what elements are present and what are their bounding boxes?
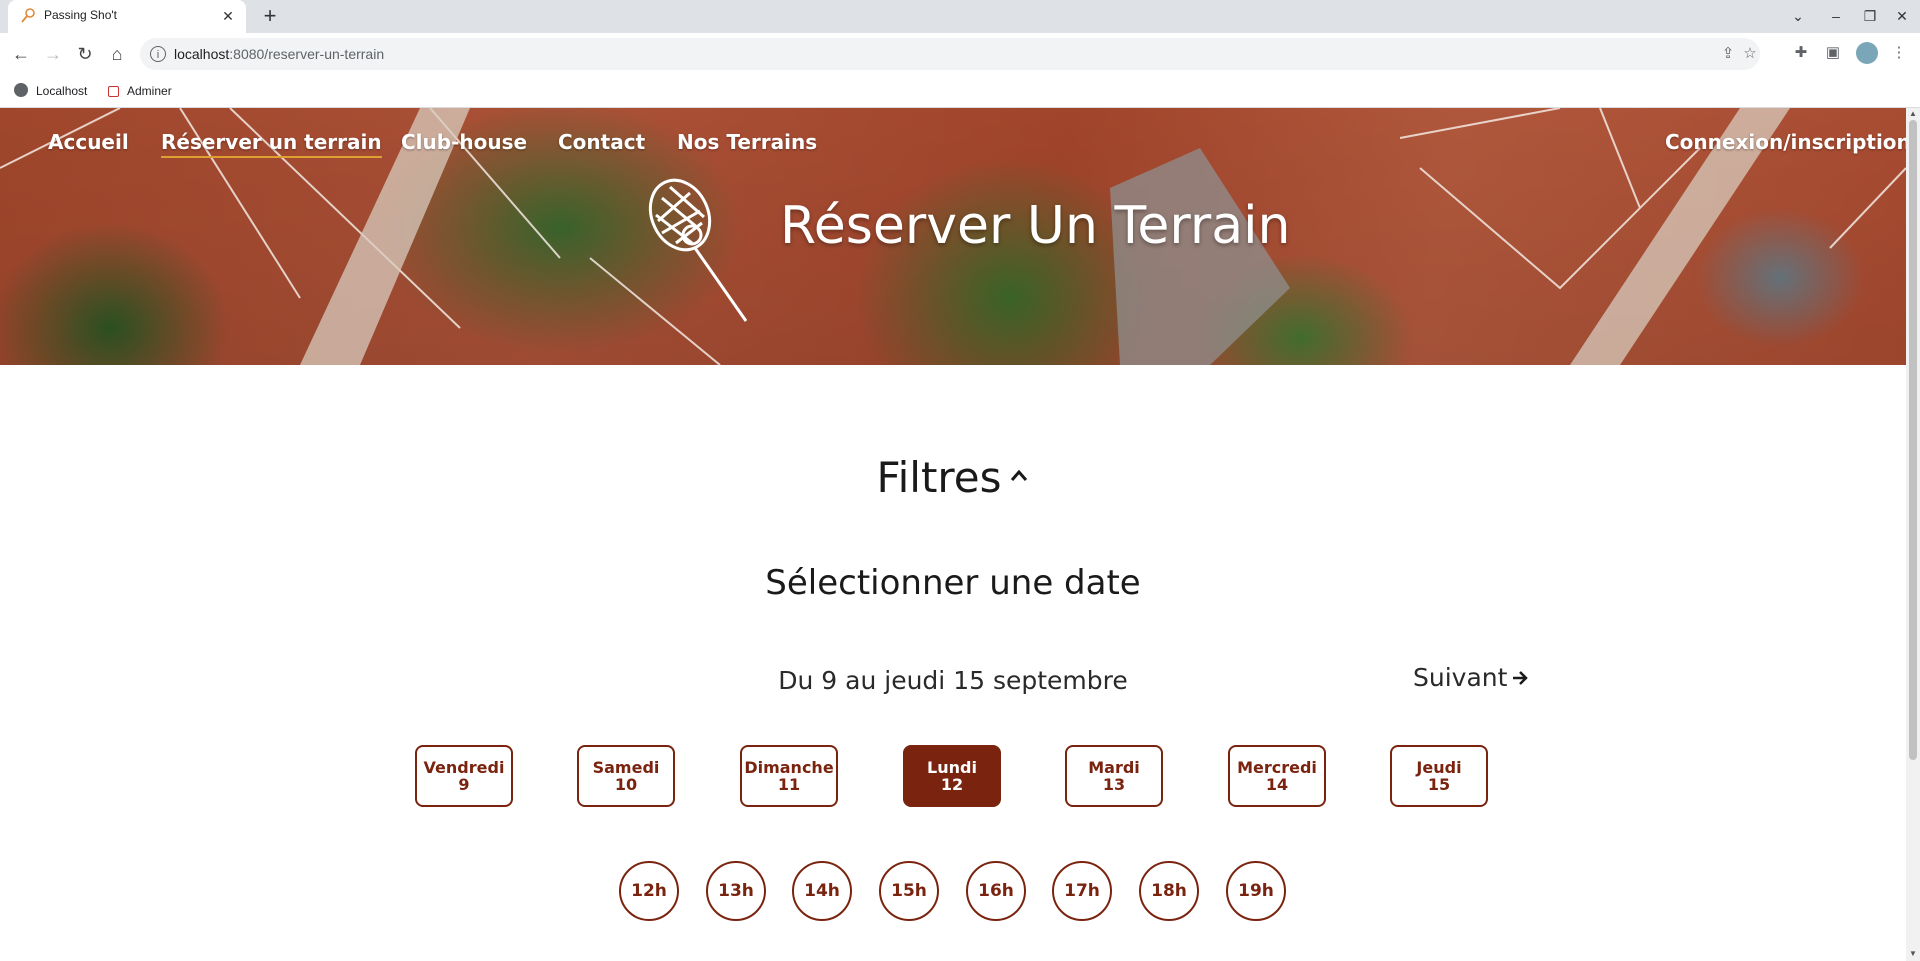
- next-label: Suivant: [1413, 663, 1508, 692]
- nav-accueil[interactable]: Accueil: [48, 130, 129, 154]
- nav-nos-terrains[interactable]: Nos Terrains: [677, 130, 817, 154]
- minimize-icon[interactable]: –: [1826, 6, 1846, 26]
- browser-tabbar: Passing Sho't ✕ + ⌄ – ❐ ✕: [0, 0, 1920, 33]
- day-button[interactable]: Vendredi 9: [415, 745, 513, 807]
- extensions-icon[interactable]: ✚: [1790, 42, 1812, 64]
- url-text: localhost:8080/reserver-un-terrain: [174, 46, 384, 62]
- nav-contact[interactable]: Contact: [558, 130, 645, 154]
- day-number: 15: [1427, 775, 1451, 794]
- day-number: 12: [940, 775, 964, 794]
- day-name: Samedi: [592, 758, 660, 777]
- day-name: Jeudi: [1416, 758, 1462, 777]
- url-host: localhost: [174, 46, 230, 62]
- menu-kebab-icon[interactable]: ⋮: [1888, 42, 1910, 64]
- day-button-selected[interactable]: Lundi 12: [903, 745, 1001, 807]
- filters-title: Filtres: [876, 453, 1002, 502]
- day-number: 10: [614, 775, 638, 794]
- bookmark-localhost[interactable]: Localhost: [14, 81, 87, 101]
- bookmark-adminer[interactable]: Adminer: [108, 81, 172, 101]
- day-number: 9: [458, 775, 470, 794]
- page-viewport: Accueil Réserver un terrain Club-house C…: [0, 108, 1906, 961]
- bookmark-label: Adminer: [127, 84, 172, 98]
- new-tab-icon[interactable]: +: [258, 4, 282, 28]
- hour-button[interactable]: 15h: [879, 861, 939, 921]
- nav-login[interactable]: Connexion/inscription: [1665, 130, 1906, 154]
- hero-banner: Accueil Réserver un terrain Club-house C…: [0, 108, 1906, 365]
- browser-tab[interactable]: Passing Sho't ✕: [8, 0, 246, 33]
- hour-button[interactable]: 16h: [966, 861, 1026, 921]
- scroll-up-icon[interactable]: ▲: [1908, 109, 1918, 119]
- page-scrollbar[interactable]: ▲ ▼: [1906, 108, 1920, 961]
- profile-avatar[interactable]: [1856, 42, 1878, 64]
- bookmark-star-icon[interactable]: ☆: [1740, 44, 1760, 64]
- next-week-button[interactable]: Suivant: [1413, 663, 1529, 692]
- day-button[interactable]: Dimanche 11: [740, 745, 838, 807]
- scroll-down-icon[interactable]: ▼: [1908, 949, 1918, 959]
- reload-icon[interactable]: ↻: [74, 43, 96, 65]
- bookmarks-bar: Localhost Adminer: [0, 75, 1920, 108]
- date-range-label: Du 9 au jeudi 15 septembre: [778, 666, 1128, 695]
- tab-search-icon[interactable]: ⌄: [1788, 6, 1808, 26]
- restore-icon[interactable]: ❐: [1860, 6, 1880, 26]
- page-title: Réserver Un Terrain: [780, 196, 1291, 256]
- day-number: 14: [1265, 775, 1289, 794]
- filters-toggle[interactable]: Filtres: [0, 453, 1906, 502]
- hour-button[interactable]: 13h: [706, 861, 766, 921]
- close-tab-icon[interactable]: ✕: [218, 6, 238, 26]
- tennis-racket-logo-icon: [648, 178, 748, 322]
- nav-reserver-un-terrain[interactable]: Réserver un terrain: [161, 130, 382, 158]
- site-info-icon[interactable]: i: [150, 46, 166, 62]
- side-panel-icon[interactable]: ▣: [1822, 42, 1844, 64]
- hour-button[interactable]: 14h: [792, 861, 852, 921]
- day-name: Vendredi: [423, 758, 505, 777]
- browser-toolbar: ← → ↻ ⌂ i localhost:8080/reserver-un-ter…: [0, 33, 1920, 75]
- bookmark-label: Localhost: [36, 84, 88, 98]
- select-date-title: Sélectionner une date: [765, 563, 1141, 603]
- day-number: 13: [1102, 775, 1126, 794]
- racket-favicon-icon: [21, 8, 35, 23]
- hour-button[interactable]: 19h: [1226, 861, 1286, 921]
- day-button[interactable]: Jeudi 15: [1390, 745, 1488, 807]
- arrow-right-icon: [1513, 671, 1529, 685]
- day-button[interactable]: Mardi 13: [1065, 745, 1163, 807]
- day-name: Mardi: [1088, 758, 1140, 777]
- chevron-up-icon: [1011, 469, 1028, 481]
- day-name: Lundi: [927, 758, 977, 777]
- globe-icon: [14, 83, 28, 97]
- hour-button[interactable]: 18h: [1139, 861, 1199, 921]
- adminer-icon: [108, 86, 119, 97]
- back-icon[interactable]: ←: [10, 43, 32, 65]
- day-name: Dimanche: [744, 758, 834, 777]
- day-button[interactable]: Samedi 10: [577, 745, 675, 807]
- url-path: :8080/reserver-un-terrain: [229, 46, 385, 62]
- hour-button[interactable]: 12h: [619, 861, 679, 921]
- nav-club-house[interactable]: Club-house: [401, 130, 527, 154]
- share-icon[interactable]: ⇪: [1718, 44, 1738, 64]
- tab-title: Passing Sho't: [44, 8, 118, 22]
- close-window-icon[interactable]: ✕: [1892, 6, 1912, 26]
- forward-icon[interactable]: →: [42, 43, 64, 65]
- home-icon[interactable]: ⌂: [106, 43, 128, 65]
- day-number: 11: [777, 775, 801, 794]
- scroll-thumb[interactable]: [1909, 120, 1917, 760]
- day-name: Mercredi: [1237, 758, 1317, 777]
- day-button[interactable]: Mercredi 14: [1228, 745, 1326, 807]
- hour-button[interactable]: 17h: [1052, 861, 1112, 921]
- address-bar[interactable]: i localhost:8080/reserver-un-terrain ⇪ ☆: [140, 38, 1760, 70]
